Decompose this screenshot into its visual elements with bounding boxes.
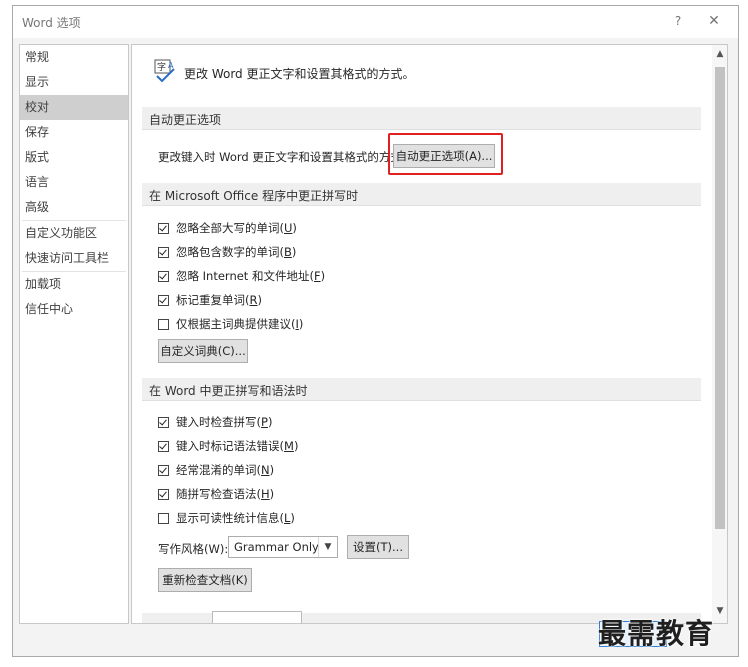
sidebar-item-save[interactable]: 保存: [20, 120, 128, 145]
option-label: 忽略全部大写的单词(: [176, 221, 284, 235]
checkbox[interactable]: [158, 247, 169, 258]
word-spelling-grammar-section-header: 在 Word 中更正拼写和语法时: [142, 378, 701, 401]
options-sidebar: 常规 显示 校对 保存 版式 语言 高级 自定义功能区 快速访问工具栏 加载项 …: [19, 44, 129, 624]
option-label: 经常混淆的单词(: [176, 463, 261, 477]
sidebar-item-language[interactable]: 语言: [20, 170, 128, 195]
accelerator-key: M: [284, 439, 294, 453]
option-label: 忽略 Internet 和文件地址(: [176, 269, 314, 283]
section-title: 自动更正选项: [149, 113, 222, 127]
scroll-down-icon[interactable]: ▼: [712, 604, 727, 618]
highlight-frame: [388, 133, 503, 175]
custom-dictionaries-button[interactable]: 自定义词典(C)...: [158, 339, 248, 363]
proofing-abc-check-icon: 字 A: [154, 59, 175, 83]
autocorrect-section-header: 自动更正选项: [142, 107, 701, 130]
accelerator-key: P: [261, 415, 268, 429]
word-options-dialog: Word 选项 ? ✕ 常规 显示 校对 保存 版式 语言 高级 自定义功能区 …: [12, 5, 739, 657]
section-title: 在 Microsoft Office 程序中更正拼写时: [149, 189, 359, 203]
accelerator-key: H: [261, 487, 270, 501]
sidebar-item-layout[interactable]: 版式: [20, 145, 128, 170]
checkbox[interactable]: [158, 465, 169, 476]
checkbox[interactable]: [158, 319, 169, 330]
section-title: 在 Word 中更正拼写和语法时: [149, 384, 308, 398]
sidebar-item-proofing[interactable]: 校对: [20, 95, 128, 120]
accelerator-key: R: [249, 293, 258, 307]
writing-style-select[interactable]: Grammar Only ▼: [228, 536, 338, 558]
scrollbar-thumb[interactable]: [715, 67, 725, 529]
checkbox[interactable]: [158, 223, 169, 234]
option-label: 键入时标记语法错误(: [176, 439, 284, 453]
svg-text:字: 字: [157, 61, 166, 73]
checkbox[interactable]: [158, 295, 169, 306]
accelerator-key: N: [261, 463, 270, 477]
option-label: 仅根据主词典提供建议(: [176, 317, 296, 331]
option-label: 标记重复单词(: [176, 293, 250, 307]
sidebar-item-trust-center[interactable]: 信任中心: [20, 297, 128, 322]
sidebar-item-customize-ribbon[interactable]: 自定义功能区: [20, 221, 128, 246]
title-bar: Word 选项 ? ✕: [13, 6, 738, 38]
watermark-text: 最需教育: [598, 617, 715, 650]
sidebar-item-display[interactable]: 显示: [20, 70, 128, 95]
scroll-up-icon[interactable]: ▲: [712, 47, 727, 61]
writing-style-label: 写作风格(W):: [158, 542, 229, 556]
proofing-content-panel: 字 A 更改 Word 更正文字和设置其格式的方式。 自动更正选项 更改键入时 …: [131, 44, 728, 624]
writing-style-value: Grammar Only: [234, 540, 319, 554]
close-button[interactable]: ✕: [705, 12, 723, 30]
option-label-suffix: ): [269, 463, 275, 477]
grammar-settings-button[interactable]: 设置(T)...: [347, 535, 409, 559]
window-title: Word 选项: [22, 16, 81, 30]
option-label-suffix: ): [267, 415, 273, 429]
checkbox[interactable]: [158, 489, 169, 500]
autocorrect-description: 更改键入时 Word 更正文字和设置其格式的方式:: [158, 150, 406, 164]
option-label-suffix: ): [298, 317, 304, 331]
chevron-down-icon[interactable]: ▼: [318, 537, 337, 557]
sidebar-item-general[interactable]: 常规: [20, 45, 128, 70]
checkbox[interactable]: [158, 513, 169, 524]
option-label-suffix: ): [320, 269, 326, 283]
option-label-suffix: ): [269, 487, 275, 501]
sidebar-item-addins[interactable]: 加载项: [20, 272, 128, 297]
help-button[interactable]: ?: [669, 12, 687, 30]
option-label-suffix: ): [291, 245, 297, 259]
vertical-scrollbar[interactable]: ▲ ▼: [712, 45, 727, 623]
option-label: 随拼写检查语法(: [176, 487, 261, 501]
recheck-document-button[interactable]: 重新检查文档(K): [158, 568, 252, 592]
option-label-suffix: ): [292, 221, 297, 235]
option-label-suffix: ): [293, 439, 299, 453]
option-label-suffix: ): [290, 511, 295, 525]
page-header-text: 更改 Word 更正文字和设置其格式的方式。: [184, 67, 415, 81]
next-section-control-partial: [212, 611, 302, 623]
accelerator-key: B: [284, 245, 292, 259]
checkbox[interactable]: [158, 441, 169, 452]
checkbox[interactable]: [158, 271, 169, 282]
office-spelling-section-header: 在 Microsoft Office 程序中更正拼写时: [142, 183, 701, 206]
accelerator-key: F: [313, 269, 321, 283]
sidebar-item-advanced[interactable]: 高级: [20, 195, 128, 220]
option-label: 显示可读性统计信息(: [176, 511, 284, 525]
sidebar-item-quick-access-toolbar[interactable]: 快速访问工具栏: [20, 246, 128, 271]
checkbox[interactable]: [158, 417, 169, 428]
option-label: 键入时检查拼写(: [176, 415, 261, 429]
option-label-suffix: ): [257, 293, 263, 307]
option-label: 忽略包含数字的单词(: [176, 245, 284, 259]
